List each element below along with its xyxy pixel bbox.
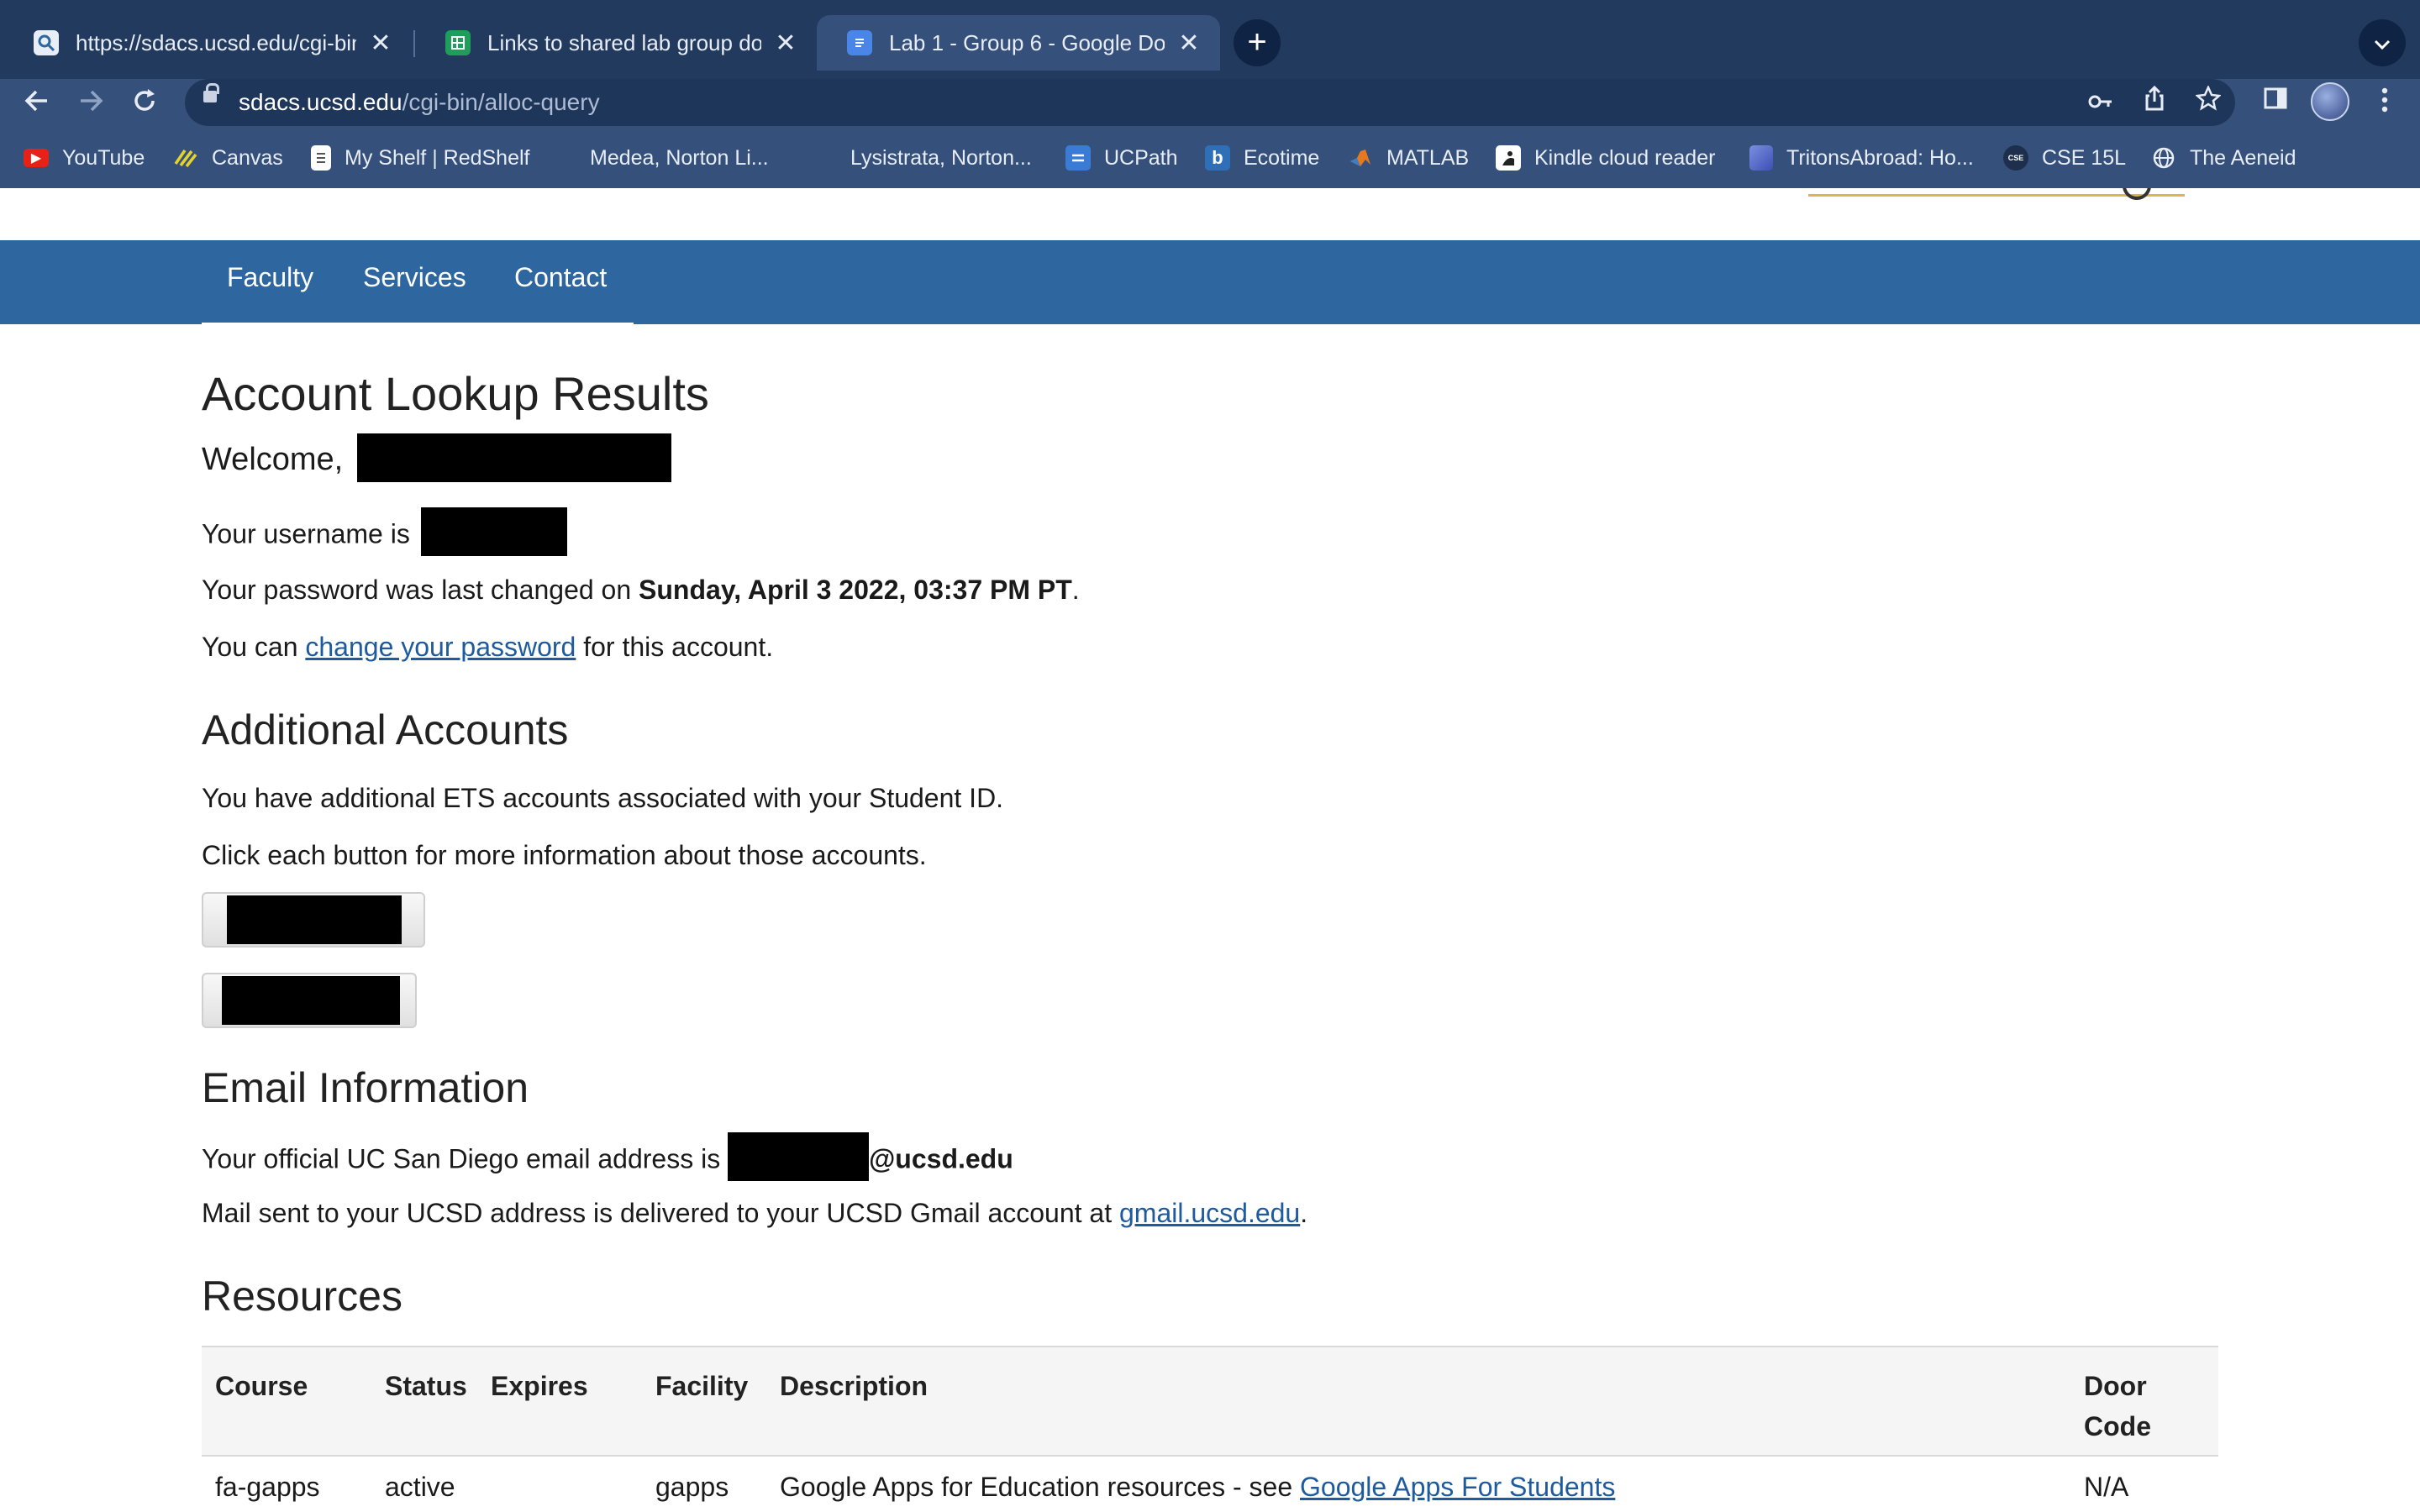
- email-domain: @ucsd.edu: [869, 1143, 1013, 1174]
- forward-button[interactable]: [71, 84, 111, 124]
- password-date: Sunday, April 3 2022, 03:37 PM PT: [639, 575, 1072, 605]
- page-title: Account Lookup Results: [202, 367, 709, 420]
- bookmark-tritonsabroad[interactable]: TritonsAbroad: Ho...: [1749, 141, 1974, 175]
- lock-icon[interactable]: [203, 83, 219, 102]
- site-search-field[interactable]: [1808, 188, 2185, 200]
- change-password-line: You can change your password for this ac…: [202, 632, 774, 662]
- tab-title: Links to shared lab group docu: [487, 29, 761, 55]
- cell-door-code: N/A: [2084, 1472, 2129, 1502]
- column-header-course: Course: [215, 1371, 308, 1401]
- matlab-icon: [1348, 145, 1373, 171]
- column-header-expires: Expires: [491, 1371, 588, 1401]
- new-tab-button[interactable]: +: [1234, 19, 1281, 66]
- key-icon[interactable]: [2084, 86, 2118, 119]
- gmail-link[interactable]: gmail.ucsd.edu: [1119, 1198, 1300, 1228]
- bookmark-ucpath[interactable]: UCPath: [1065, 141, 1178, 175]
- bookmark-aeneid[interactable]: The Aeneid: [2151, 141, 2296, 175]
- username-line: Your username is: [202, 507, 567, 556]
- cell-course: fa-gapps: [215, 1472, 320, 1502]
- bookmark-cse15l[interactable]: CSE CSE 15L: [2003, 141, 2126, 175]
- browser-tab-sdacs[interactable]: https://sdacs.ucsd.edu/cgi-bin/alloc-que…: [3, 15, 412, 71]
- ucpath-icon: [1065, 145, 1091, 171]
- tab-search-button[interactable]: [2359, 19, 2406, 66]
- cell-facility: gapps: [655, 1472, 729, 1502]
- star-icon[interactable]: [2191, 84, 2225, 119]
- nav-link-services[interactable]: Services: [363, 262, 466, 293]
- email-address-line: Your official UC San Diego email address…: [202, 1132, 1013, 1181]
- cell-status: active: [385, 1472, 455, 1502]
- ecotime-icon: b: [1205, 145, 1230, 171]
- redacted-name: [356, 433, 671, 482]
- canvas-icon: [173, 145, 198, 171]
- close-icon[interactable]: ✕: [1176, 29, 1202, 58]
- arrow-left-icon: [24, 90, 47, 112]
- cell-description: Google Apps for Education resources - se…: [780, 1472, 1616, 1502]
- magnifier-page-icon: [34, 30, 59, 55]
- welcome-line: Welcome,: [202, 433, 671, 482]
- blank-icon: [565, 145, 576, 171]
- google-sheets-icon: [445, 30, 471, 55]
- youtube-icon: ▶: [24, 149, 49, 167]
- password-line: Your password was last changed on Sunday…: [202, 575, 1080, 605]
- redacted-email-user: [728, 1132, 870, 1181]
- additional-account-button[interactable]: [202, 973, 417, 1028]
- globe-icon: [2151, 145, 2176, 171]
- bookmark-kindle[interactable]: Kindle cloud reader: [1496, 141, 1715, 175]
- bookmark-youtube[interactable]: ▶ YouTube: [24, 141, 145, 175]
- change-password-link[interactable]: change your password: [305, 632, 576, 662]
- bookmark-redshelf[interactable]: My Shelf | RedShelf: [311, 141, 529, 175]
- bookmark-ecotime[interactable]: b Ecotime: [1205, 141, 1319, 175]
- additional-accounts-heading: Additional Accounts: [202, 706, 569, 753]
- side-panel-icon[interactable]: [2259, 86, 2292, 119]
- chevron-down-icon: [2374, 39, 2391, 50]
- bookmark-matlab[interactable]: MATLAB: [1348, 141, 1469, 175]
- page-icon: [311, 145, 331, 171]
- additional-account-button[interactable]: [202, 892, 425, 948]
- browser-tab-lab1[interactable]: Lab 1 - Group 6 - Google Docs ✕: [817, 15, 1220, 71]
- resources-heading: Resources: [202, 1273, 402, 1320]
- browser-tab-links[interactable]: Links to shared lab group docu ✕: [415, 15, 817, 71]
- nav-link-faculty[interactable]: Faculty: [227, 262, 313, 293]
- arrow-right-icon: [81, 90, 103, 112]
- page-viewport: Faculty Services Contact Account Lookup …: [0, 188, 2420, 1512]
- reload-icon: [134, 89, 155, 111]
- tritons-icon: [1749, 145, 1773, 171]
- bookmark-lysistrata[interactable]: Lysistrata, Norton...: [825, 141, 1032, 175]
- tab-title: Lab 1 - Group 6 - Google Docs: [889, 29, 1165, 55]
- bookmark-medea[interactable]: Medea, Norton Li...: [565, 141, 769, 175]
- share-icon[interactable]: [2138, 85, 2171, 119]
- site-nav-underline: [202, 323, 634, 326]
- redacted-account-name: [222, 976, 400, 1025]
- reload-button[interactable]: [124, 84, 165, 124]
- close-icon[interactable]: ✕: [368, 29, 393, 58]
- back-button[interactable]: [17, 84, 57, 124]
- redacted-account-name: [227, 895, 402, 944]
- resources-table: Course Status Expires Facility Descripti…: [202, 1346, 2218, 1502]
- search-icon[interactable]: [2123, 188, 2151, 200]
- mail-delivery-line: Mail sent to your UCSD address is delive…: [202, 1198, 1308, 1228]
- url-text[interactable]: sdacs.ucsd.edu/cgi-bin/alloc-query: [239, 89, 600, 116]
- google-apps-link[interactable]: Google Apps For Students: [1300, 1472, 1615, 1502]
- additional-accounts-text: You have additional ETS accounts associa…: [202, 783, 1004, 813]
- additional-accounts-instructions: Click each button for more information a…: [202, 840, 927, 870]
- redacted-username: [420, 507, 567, 556]
- column-header-status: Status: [385, 1371, 467, 1401]
- email-information-heading: Email Information: [202, 1064, 529, 1111]
- cse-icon: CSE: [2003, 145, 2028, 171]
- profile-avatar[interactable]: [2311, 82, 2349, 121]
- nav-link-contact[interactable]: Contact: [514, 262, 607, 293]
- column-header-door-code: Door Code: [2084, 1371, 2151, 1441]
- kindle-icon: [1496, 145, 1521, 171]
- table-header-row: Course Status Expires Facility Descripti…: [202, 1347, 2218, 1457]
- close-icon[interactable]: ✕: [773, 29, 798, 58]
- google-docs-icon: [847, 30, 872, 55]
- column-header-description: Description: [780, 1371, 929, 1401]
- bookmark-canvas[interactable]: Canvas: [173, 141, 283, 175]
- more-menu-icon[interactable]: [2368, 82, 2402, 123]
- column-header-facility: Facility: [655, 1371, 749, 1401]
- tab-title: https://sdacs.ucsd.edu/cgi-bin/alloc-que…: [76, 29, 356, 55]
- blank-icon: [825, 145, 837, 171]
